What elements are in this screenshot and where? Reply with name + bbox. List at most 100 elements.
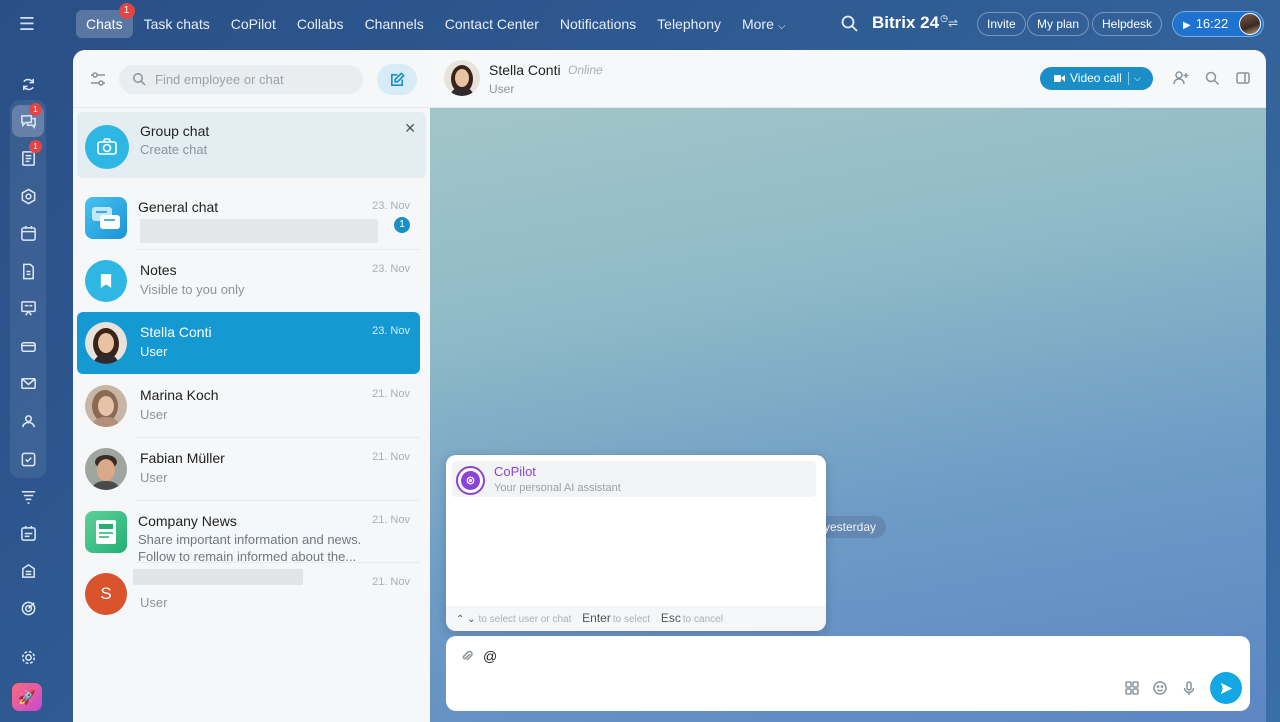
rail-messenger[interactable]: 1: [12, 103, 44, 137]
nav-notifications[interactable]: Notifications: [550, 10, 646, 38]
rail-schedule[interactable]: [12, 517, 44, 549]
filter-sliders-icon[interactable]: [89, 70, 107, 88]
notes-avatar: [85, 260, 127, 302]
apps-grid-icon[interactable]: [1124, 680, 1140, 696]
blurred-name: [133, 569, 303, 585]
sidebar-panel-icon[interactable]: [1235, 70, 1251, 86]
nav-contact-center[interactable]: Contact Center: [435, 10, 549, 38]
new-chat-button[interactable]: [377, 64, 417, 95]
nav-more[interactable]: More ⌵: [732, 10, 796, 38]
chat-item-s-user[interactable]: S User 21. Nov: [77, 563, 420, 625]
menu-icon[interactable]: ☰: [18, 15, 36, 33]
emoji-icon[interactable]: [1152, 680, 1168, 696]
rocket-icon[interactable]: 🚀: [12, 683, 42, 711]
rail-goals[interactable]: [12, 592, 44, 624]
rail-employees[interactable]: [12, 405, 44, 437]
helpdesk-button[interactable]: Helpdesk: [1092, 12, 1163, 36]
store-icon: [21, 563, 35, 578]
nav-telephony[interactable]: Telephony: [647, 10, 731, 38]
chat-date: 23. Nov: [372, 200, 410, 212]
nav-chats[interactable]: Chats 1: [76, 3, 135, 38]
chat-item-marina-koch[interactable]: Marina Koch User 21. Nov: [77, 375, 420, 437]
rail-hexagon[interactable]: [12, 180, 44, 212]
rail-calendar[interactable]: [12, 217, 44, 249]
chat-item-notes[interactable]: Notes Visible to you only 23. Nov: [77, 250, 420, 312]
message-input[interactable]: [483, 648, 1143, 668]
mention-desc: Your personal AI assistant: [494, 482, 621, 494]
chat-subtitle: User: [140, 595, 168, 610]
brand-name: Bitrix 24: [872, 13, 940, 32]
rail-store[interactable]: [12, 555, 44, 587]
chat-name: Fabian Müller: [140, 450, 225, 466]
contact-role: User: [489, 82, 515, 96]
microphone-icon[interactable]: [1181, 680, 1197, 696]
hint-esc: to cancel: [682, 614, 723, 625]
chat-bubbles-icon: [92, 207, 120, 229]
avatar: [85, 322, 127, 364]
group-chat-card[interactable]: Group chat Create chat ✕: [77, 112, 426, 178]
brand-logo[interactable]: Bitrix 24◷: [872, 13, 948, 33]
user-avatar[interactable]: [1239, 13, 1261, 35]
nav-channels[interactable]: Channels: [355, 10, 434, 38]
chat-item-fabian-muller[interactable]: Fabian Müller User 21. Nov: [77, 438, 420, 500]
chevron-down-icon: ⌵: [777, 21, 786, 32]
news-channel-icon: [85, 511, 127, 553]
paperclip-icon[interactable]: [460, 649, 474, 663]
add-user-icon[interactable]: [1173, 70, 1189, 86]
contact-name[interactable]: Stella Conti: [489, 62, 561, 78]
chat-search-row: [73, 50, 430, 108]
search-icon[interactable]: [1204, 70, 1220, 86]
chat-item-general[interactable]: General chat 23. Nov 1: [77, 187, 420, 249]
rail-docs[interactable]: [12, 255, 44, 287]
nav-more-label: More: [741, 16, 774, 32]
work-timer-button[interactable]: ▶ 16:22: [1172, 11, 1264, 37]
chat-subtitle: Visible to you only: [140, 282, 245, 297]
calendar-icon: [20, 225, 36, 241]
rail-funnel[interactable]: [12, 480, 44, 512]
funnel-icon: [21, 490, 35, 504]
copilot-icon: [461, 471, 480, 490]
person-photo-icon: [85, 448, 127, 490]
contact-status: Online: [568, 63, 603, 77]
close-icon[interactable]: ✕: [404, 120, 416, 137]
chat-item-company-news[interactable]: Company News Share important information…: [77, 501, 420, 564]
search-icon: [133, 73, 146, 86]
general-chat-icon: [85, 197, 127, 239]
send-button[interactable]: [1210, 672, 1242, 704]
nav-task-chats[interactable]: Task chats: [134, 10, 220, 38]
chat-subtitle: Share important information and news.: [138, 532, 362, 547]
compose-icon: [390, 72, 405, 86]
chat-date: 21. Nov: [372, 451, 410, 463]
contact-avatar[interactable]: [444, 60, 480, 96]
rail-crm[interactable]: [12, 330, 44, 362]
avatar: [85, 448, 127, 490]
rail-mail[interactable]: [12, 367, 44, 399]
enter-key: Enter: [582, 611, 611, 625]
chat-item-stella-conti[interactable]: Stella Conti User 23. Nov: [77, 312, 420, 374]
rail-tasks[interactable]: [12, 443, 44, 475]
chevron-down-icon[interactable]: ⌵: [1134, 67, 1141, 90]
gear-icon: [21, 650, 35, 664]
search-icon[interactable]: [840, 14, 860, 34]
rail-refresh-icon[interactable]: [12, 68, 44, 100]
rail-settings[interactable]: [12, 641, 44, 673]
users-icon: [21, 414, 35, 427]
chat-date: 21. Nov: [372, 388, 410, 400]
person-photo-icon: [85, 322, 127, 364]
chat-search-box[interactable]: [119, 65, 363, 94]
my-plan-button[interactable]: My plan: [1027, 12, 1090, 36]
mention-title: CoPilot: [494, 464, 536, 479]
invite-button[interactable]: Invite: [977, 12, 1026, 36]
rail-feed-badge: 1: [29, 140, 42, 153]
chat-subtitle: User: [140, 407, 168, 422]
chat-search-input[interactable]: [155, 70, 355, 89]
nav-collabs[interactable]: Collabs: [287, 10, 354, 38]
copilot-swirl-icon: [466, 476, 475, 485]
rail-messenger-badge: 1: [29, 103, 42, 116]
rail-feed[interactable]: 1: [12, 140, 44, 174]
mention-option-copilot[interactable]: CoPilot Your personal AI assistant: [452, 461, 816, 497]
rail-boards[interactable]: [12, 292, 44, 324]
video-call-button[interactable]: Video call ⌵: [1040, 67, 1153, 90]
nav-copilot[interactable]: CoPilot: [221, 10, 286, 38]
settings-sliders-icon[interactable]: ⇌: [948, 16, 958, 30]
